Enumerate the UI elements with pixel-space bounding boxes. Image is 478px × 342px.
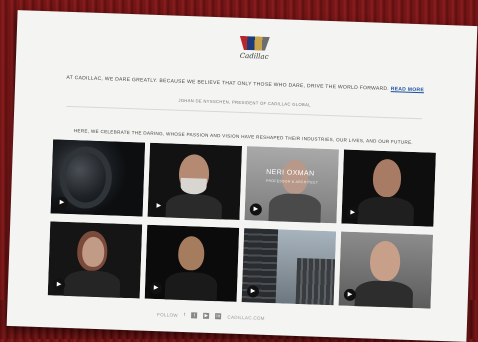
poster-card: Cadillac AT CADILLAC, WE DARE GREATLY. B…: [6, 10, 478, 342]
crest-icon: [239, 36, 269, 51]
video-tile-neri-oxman[interactable]: NERI OXMAN PROFESSOR & ARCHITECT ▶: [244, 146, 339, 224]
linkedin-icon[interactable]: in: [215, 313, 222, 320]
portrait-body: [63, 269, 121, 299]
video-tile-older-man[interactable]: ▶: [338, 231, 434, 309]
portrait-face: [177, 235, 205, 271]
video-tile-bearded-man[interactable]: ▶: [147, 142, 243, 220]
video-tile-bald-man[interactable]: ▶: [144, 224, 240, 302]
quote-author: JOHAN DE NYSSCHEN, PRESIDENT OF CADILLAC…: [178, 97, 311, 108]
video-grid: ▶ ▶ NERI OXMAN PROFESSOR & ARCHITECT ▶ ▶: [47, 139, 437, 322]
portrait-body: [165, 193, 223, 220]
site-link[interactable]: CADILLAC.COM: [227, 314, 265, 320]
brand-wordmark: Cadillac: [239, 51, 269, 61]
portrait-body: [164, 271, 218, 302]
brand-quote: AT CADILLAC, WE DARE GREATLY. BECAUSE WE…: [55, 74, 435, 93]
building-right: [295, 257, 336, 306]
video-tile-man-portrait[interactable]: ▶: [341, 149, 436, 227]
video-tile-buildings[interactable]: ▶: [241, 228, 337, 306]
youtube-icon[interactable]: ▶: [203, 312, 210, 319]
portrait-body: [268, 192, 322, 224]
portrait-body: [354, 280, 414, 309]
twitter-icon[interactable]: t: [191, 312, 198, 319]
facebook-icon[interactable]: f: [184, 312, 186, 318]
quote-text: AT CADILLAC, WE DARE GREATLY. BECAUSE WE…: [66, 74, 390, 93]
cadillac-logo[interactable]: Cadillac: [234, 36, 275, 61]
portrait-face: [372, 158, 402, 198]
read-more-link[interactable]: READ MORE: [391, 86, 424, 93]
video-tile-car-wheel[interactable]: ▶: [50, 139, 146, 217]
video-tile-woman-portrait[interactable]: ▶: [47, 221, 143, 299]
portrait-face: [81, 236, 105, 268]
portrait-face: [369, 240, 401, 282]
portrait-body: [357, 196, 415, 227]
follow-label: FOLLOW: [157, 311, 179, 318]
